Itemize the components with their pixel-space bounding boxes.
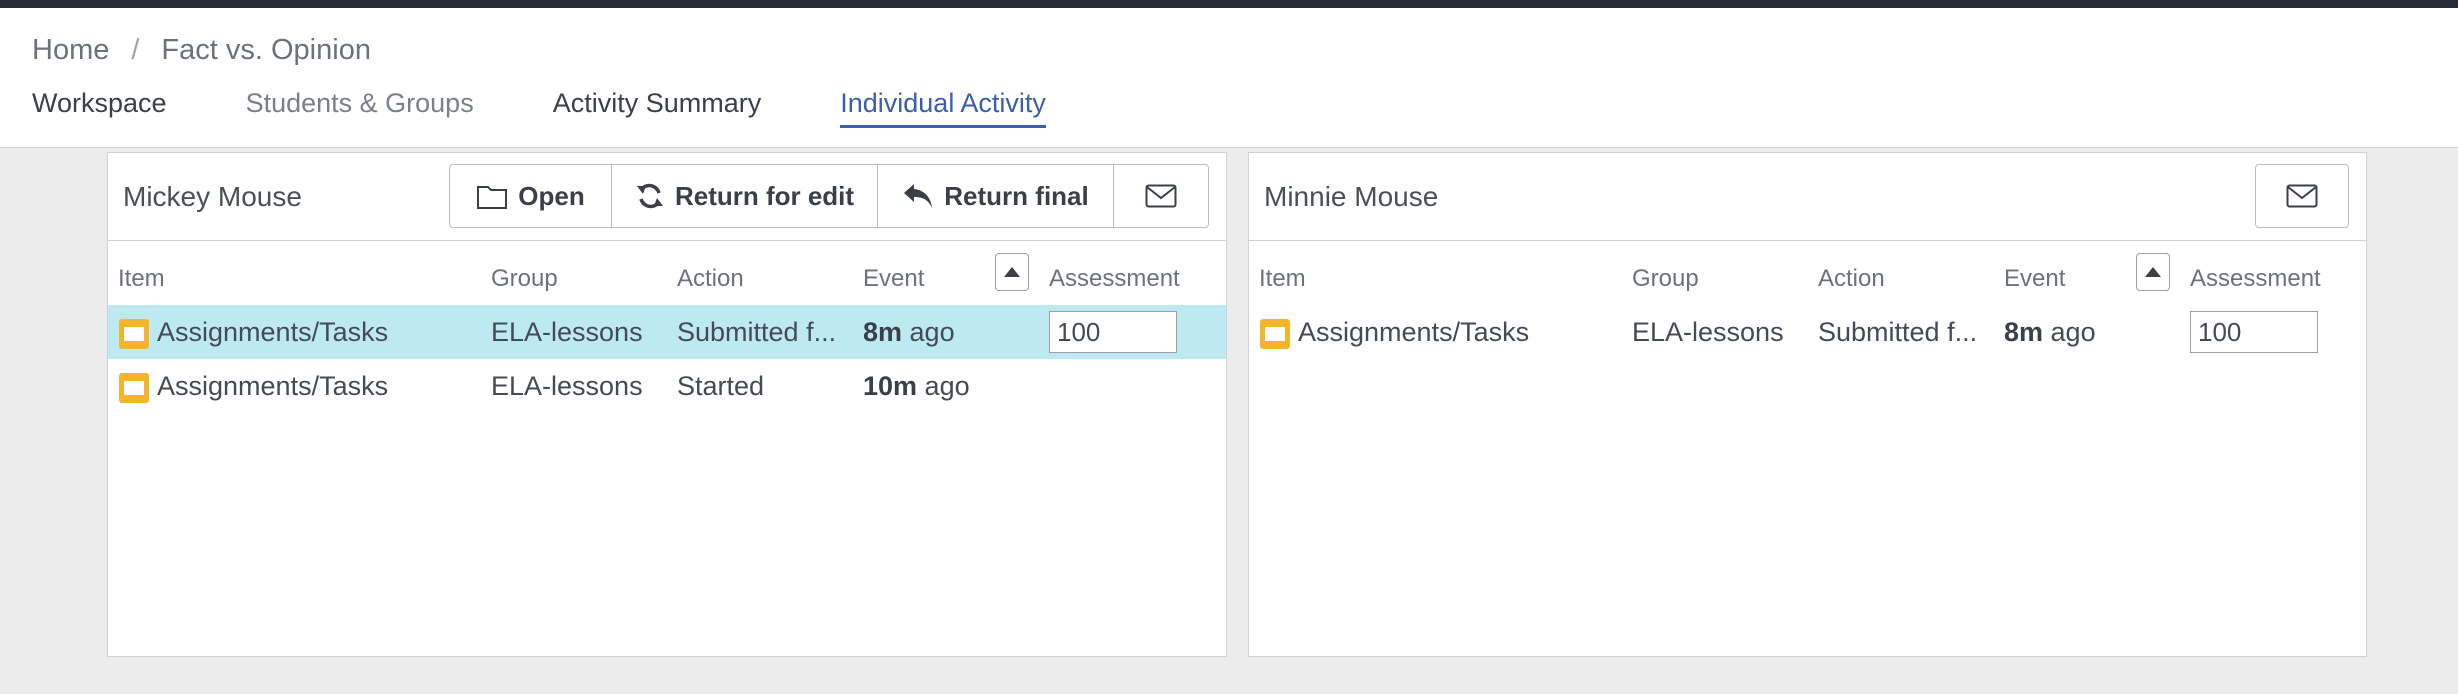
row-event-suffix: ago <box>917 371 970 401</box>
table-row[interactable]: Assignments/Tasks ELA-lessons Submitted … <box>108 305 1226 359</box>
column-header-action[interactable]: Action <box>1818 265 1885 293</box>
row-item: Assignments/Tasks <box>157 371 389 401</box>
tab-activity-summary[interactable]: Activity Summary <box>553 88 762 128</box>
column-header-event[interactable]: Event <box>863 265 924 293</box>
return-final-button[interactable]: Return final <box>878 165 1114 227</box>
student-panel-mickey: Mickey Mouse Open Return for edit Return… <box>107 152 1227 657</box>
row-event-time: 8m <box>863 317 903 347</box>
tab-workspace[interactable]: Workspace <box>32 88 167 128</box>
student-name: Mickey Mouse <box>123 181 302 212</box>
message-button[interactable] <box>1114 165 1208 227</box>
return-final-label: Return final <box>944 180 1089 211</box>
row-group: ELA-lessons <box>491 371 643 401</box>
column-header-event[interactable]: Event <box>2004 265 2065 293</box>
row-action: Submitted f... <box>677 317 837 347</box>
folder-open-icon <box>476 182 508 210</box>
caret-up-icon <box>1003 266 1021 278</box>
column-header-group[interactable]: Group <box>491 265 558 293</box>
breadcrumb-home[interactable]: Home <box>32 34 109 67</box>
assessment-input[interactable] <box>1049 311 1177 353</box>
row-item: Assignments/Tasks <box>157 317 389 347</box>
envelope-icon <box>2286 184 2318 208</box>
column-header-item[interactable]: Item <box>1259 265 1306 293</box>
return-for-edit-label: Return for edit <box>674 180 855 211</box>
row-item: Assignments/Tasks <box>1298 317 1530 347</box>
refresh-icon <box>635 181 665 211</box>
reply-icon <box>902 182 934 210</box>
sort-toggle-button[interactable] <box>995 253 1029 291</box>
tab-bar: Workspace Students & Groups Activity Sum… <box>32 88 1125 128</box>
breadcrumb-current: Fact vs. Opinion <box>161 34 371 66</box>
caret-up-icon <box>2144 266 2162 278</box>
open-button[interactable]: Open <box>450 165 612 227</box>
row-group: ELA-lessons <box>491 317 643 347</box>
row-event: 8m ago <box>2004 317 2096 348</box>
panel-header: Minnie Mouse <box>1249 153 2366 241</box>
page-header: Home / Fact vs. Opinion Workspace Studen… <box>0 8 2458 148</box>
table-row[interactable]: Assignments/Tasks ELA-lessons Started 10… <box>108 359 1226 413</box>
breadcrumb: Home / Fact vs. Opinion <box>32 34 371 67</box>
action-button-group: Open Return for edit Return final <box>449 164 1209 228</box>
row-event-time: 10m <box>863 371 918 401</box>
folder-icon <box>119 373 149 403</box>
assessment-input[interactable] <box>2190 311 2318 353</box>
column-header-action[interactable]: Action <box>677 265 744 293</box>
tab-individual-activity[interactable]: Individual Activity <box>840 88 1046 128</box>
row-action: Submitted f... <box>1818 317 1978 347</box>
column-header-group[interactable]: Group <box>1632 265 1699 293</box>
row-event: 8m ago <box>863 317 955 348</box>
message-button[interactable] <box>2255 164 2349 228</box>
top-bar <box>0 0 2458 8</box>
row-action: Started <box>677 371 765 401</box>
folder-icon <box>119 319 149 349</box>
row-event-suffix: ago <box>2043 317 2096 347</box>
row-event: 10m ago <box>863 371 970 402</box>
column-header-item[interactable]: Item <box>118 265 165 293</box>
student-panel-minnie: Minnie Mouse Item Group Action Event Ass… <box>1248 152 2367 657</box>
return-for-edit-button[interactable]: Return for edit <box>612 165 878 227</box>
table-row[interactable]: Assignments/Tasks ELA-lessons Submitted … <box>1249 305 2366 359</box>
panel-header: Mickey Mouse Open Return for edit Return… <box>108 153 1226 241</box>
row-event-time: 8m <box>2004 317 2044 347</box>
open-label: Open <box>518 180 585 211</box>
column-header-assessment[interactable]: Assessment <box>1049 265 1180 293</box>
row-group: ELA-lessons <box>1632 317 1784 347</box>
column-header-assessment[interactable]: Assessment <box>2190 265 2321 293</box>
sort-toggle-button[interactable] <box>2136 253 2170 291</box>
tab-students-groups[interactable]: Students & Groups <box>246 88 474 128</box>
student-name: Minnie Mouse <box>1264 181 1439 212</box>
row-event-suffix: ago <box>902 317 955 347</box>
envelope-icon <box>1145 184 1177 208</box>
folder-icon <box>1260 319 1290 349</box>
breadcrumb-separator: / <box>131 34 140 66</box>
